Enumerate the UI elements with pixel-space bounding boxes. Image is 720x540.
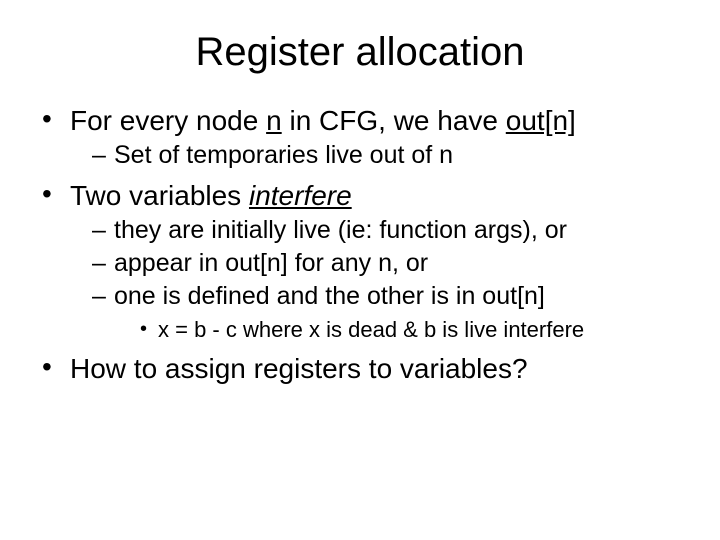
bullet-list: For every node n in CFG, we have out[n] … — [42, 105, 688, 385]
subsublist: x = b - c where x is dead & b is live in… — [140, 317, 688, 343]
bullet-2: Two variables interfere they are initial… — [42, 180, 688, 343]
bullet-1: For every node n in CFG, we have out[n] … — [42, 105, 688, 170]
bullet-3: How to assign registers to variables? — [42, 353, 688, 385]
text: one is defined and the other is in out[n… — [114, 282, 545, 310]
slide-title: Register allocation — [32, 30, 688, 75]
sublist: they are initially live (ie: function ar… — [92, 216, 688, 343]
sub-bullet: Set of temporaries live out of n — [92, 141, 688, 170]
text: For every node — [70, 105, 266, 136]
sub-bullet: appear in out[n] for any n, or — [92, 249, 688, 278]
sub-bullet: one is defined and the other is in out[n… — [92, 282, 688, 343]
text: in CFG, we have — [282, 105, 506, 136]
sublist: Set of temporaries live out of n — [92, 141, 688, 170]
text: Two variables — [70, 180, 249, 211]
slide: Register allocation For every node n in … — [0, 0, 720, 540]
sub-bullet: they are initially live (ie: function ar… — [92, 216, 688, 245]
subsub-bullet: x = b - c where x is dead & b is live in… — [140, 317, 688, 343]
underline-italic-interfere: interfere — [249, 180, 352, 211]
underline-outn: out[n] — [506, 105, 576, 136]
underline-n: n — [266, 105, 282, 136]
